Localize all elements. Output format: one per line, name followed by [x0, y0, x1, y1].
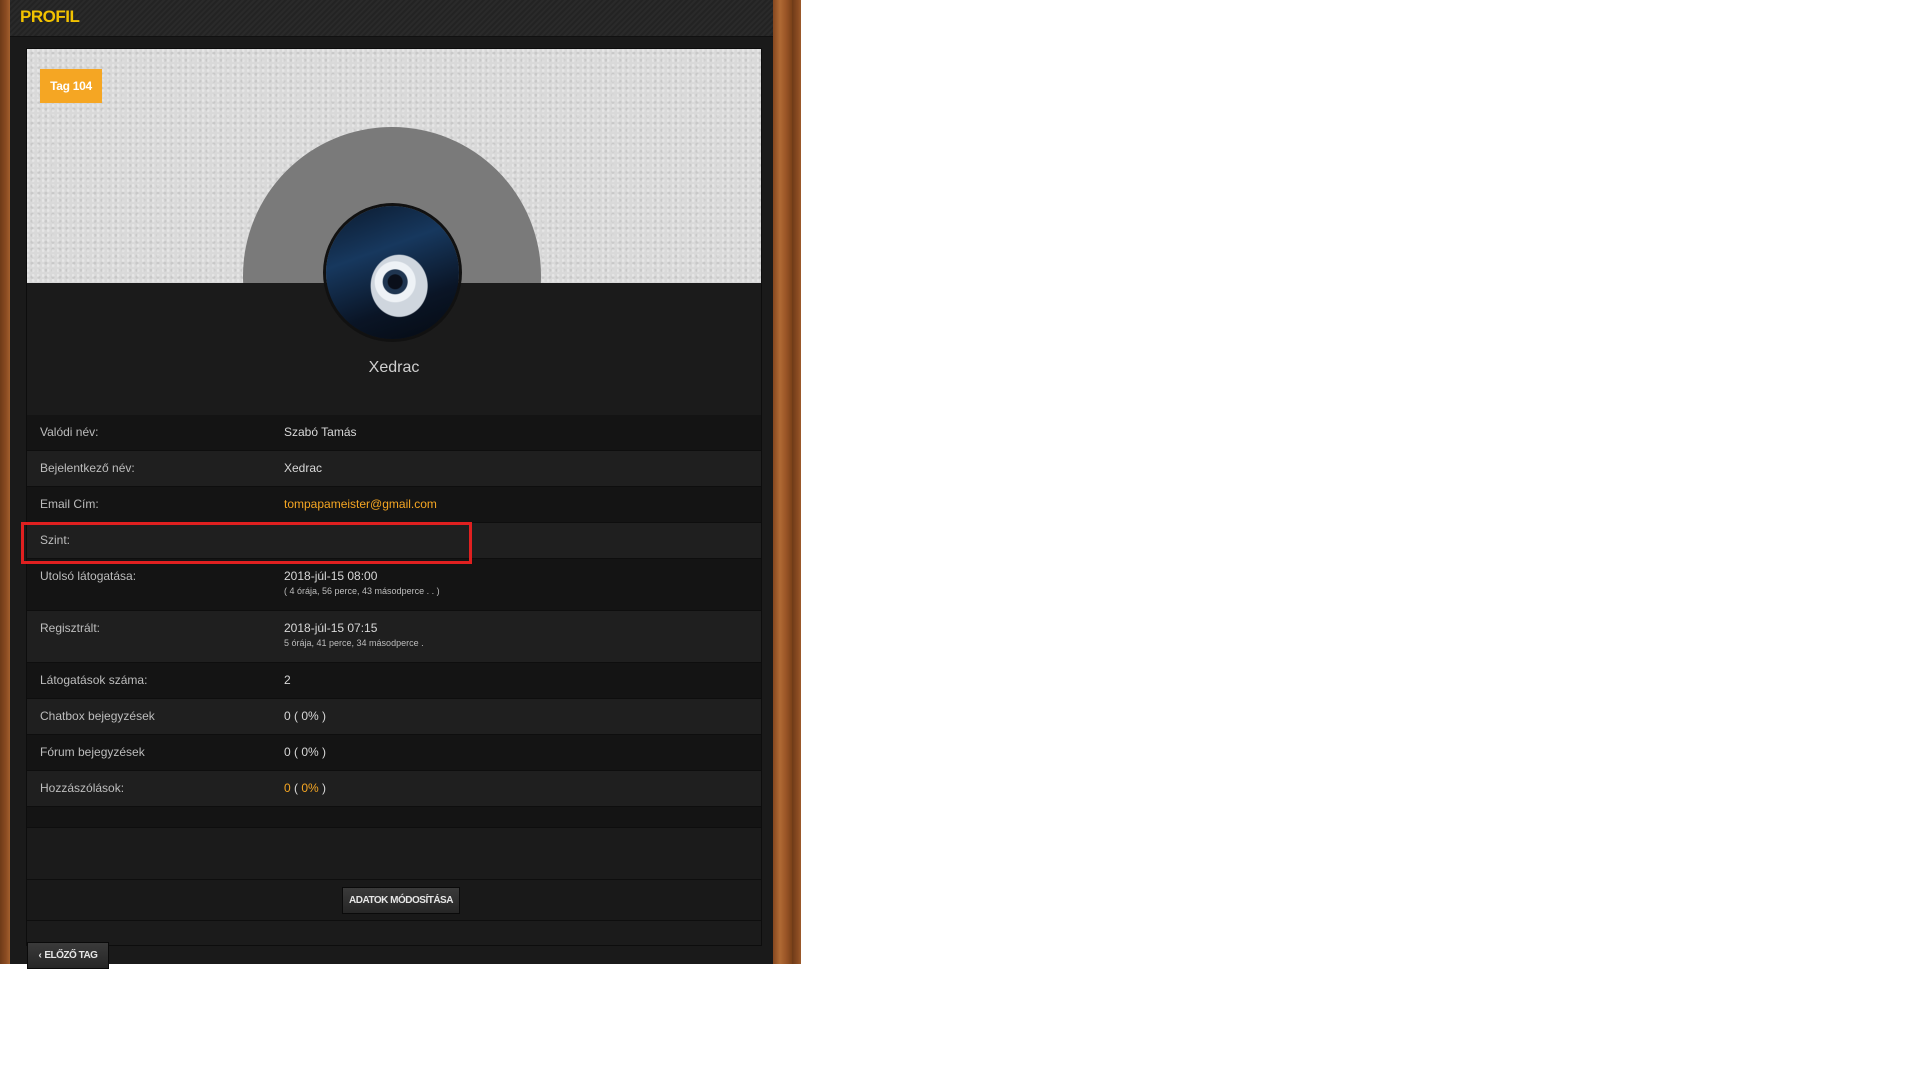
- row-value: Szabó Tamás: [284, 425, 357, 439]
- row-label: Chatbox bejegyzések: [40, 709, 155, 723]
- table-row: Látogatások száma: 2: [27, 663, 761, 699]
- table-row: Valódi név: Szabó Tamás: [27, 415, 761, 451]
- avatar[interactable]: [326, 206, 459, 339]
- highlight-box: [21, 522, 472, 564]
- action-row: ADATOK MÓDOSÍTÁSA: [27, 879, 761, 921]
- table-row: Email Cím: tompapameister@gmail.com: [27, 487, 761, 523]
- row-value: 0 ( 0% ): [284, 745, 327, 759]
- row-label: Valódi név:: [40, 425, 99, 439]
- table-row: Chatbox bejegyzések 0 ( 0% ): [27, 699, 761, 735]
- comment-percent: 0%: [301, 781, 319, 795]
- row-label: Bejelentkező név:: [40, 461, 135, 475]
- profile-panel: PROFIL Tag 104 Xedrac Valódi név: Szabó …: [10, 0, 773, 969]
- profile-info-table: Valódi név: Szabó Tamás Bejelentkező név…: [27, 415, 761, 828]
- prev-tag-label: ELŐZŐ TAG: [44, 950, 98, 961]
- email-link[interactable]: tompapameister@gmail.com: [284, 497, 437, 511]
- row-value: 0 ( 0% ): [284, 781, 327, 795]
- table-footer-row: [27, 807, 761, 828]
- panel-header: PROFIL: [10, 0, 773, 37]
- panel-title: PROFIL: [20, 7, 80, 26]
- comment-count-link[interactable]: 0: [284, 781, 291, 795]
- row-value: 2: [284, 673, 291, 687]
- table-row: Bejelentkező név: Xedrac: [27, 451, 761, 487]
- row-value: 0 ( 0% ): [284, 709, 327, 723]
- table-row: Fórum bejegyzések 0 ( 0% ): [27, 735, 761, 771]
- row-subvalue: 5 órája, 41 perce, 34 másodperce .: [284, 638, 424, 648]
- edit-profile-button[interactable]: ADATOK MÓDOSÍTÁSA: [342, 887, 460, 914]
- row-label: Látogatások száma:: [40, 673, 148, 687]
- row-value: Xedrac: [284, 461, 323, 475]
- row-label: Regisztrált:: [40, 621, 101, 635]
- row-subvalue: ( 4 órája, 56 perce, 43 másodperce . . ): [284, 586, 440, 596]
- profile-card: Tag 104 Xedrac Valódi név: Szabó Tamás B…: [26, 48, 762, 969]
- row-label: Email Cím:: [40, 497, 99, 511]
- tag-badge: Tag 104: [40, 69, 102, 103]
- row-label: Utolsó látogatása:: [40, 569, 137, 583]
- table-row: Regisztrált: 2018-júl-15 07:15 5 órája, …: [27, 611, 761, 663]
- profile-username: Xedrac: [368, 359, 420, 376]
- chevron-left-icon: ‹: [38, 950, 42, 961]
- row-label: Fórum bejegyzések: [40, 745, 145, 759]
- row-value: 2018-júl-15 08:00: [284, 569, 378, 583]
- row-value: 2018-júl-15 07:15: [284, 621, 378, 635]
- prev-tag-button[interactable]: ‹ ELŐZŐ TAG: [27, 942, 109, 969]
- table-row: Utolsó látogatása: 2018-júl-15 08:00 ( 4…: [27, 559, 761, 611]
- table-row: Hozzászólások: 0 ( 0% ): [27, 771, 761, 807]
- row-label: Hozzászólások:: [40, 781, 125, 795]
